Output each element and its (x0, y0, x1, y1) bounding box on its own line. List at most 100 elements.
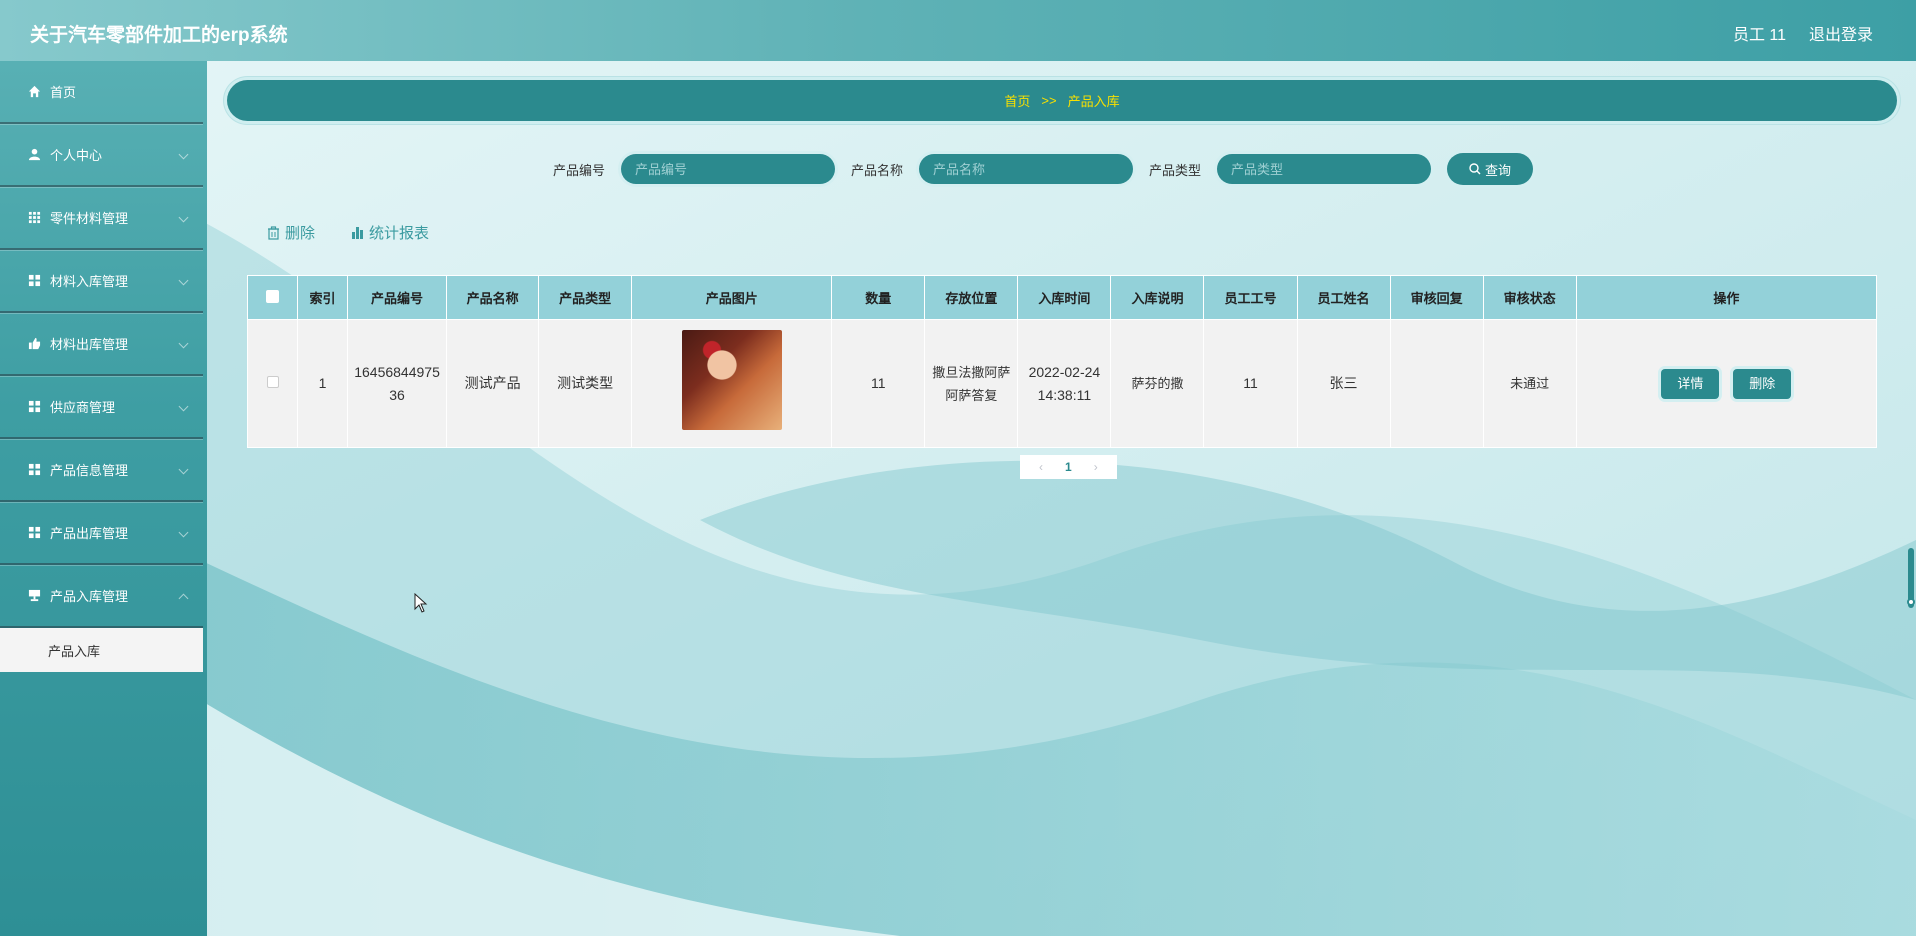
sidebar-item-label: 零件材料管理 (50, 211, 129, 226)
page-number[interactable]: 1 (1065, 460, 1072, 474)
detail-button[interactable]: 详情 (1661, 368, 1720, 399)
breadcrumb-current: 产品入库 (1067, 94, 1120, 109)
chevron-down-icon (178, 464, 189, 474)
app-title: 关于汽车零部件加工的erp系统 (30, 25, 288, 46)
sidebar-item-personal-center[interactable]: 个人中心 (0, 124, 203, 187)
sidebar-item-label: 产品入库管理 (50, 589, 129, 604)
chevron-down-icon (178, 212, 189, 222)
trash-icon (268, 225, 279, 240)
home-icon (27, 85, 41, 99)
row-select-cell (246, 319, 299, 448)
product-type-label: 产品类型 (1149, 162, 1202, 178)
scrollbar-handle[interactable] (1907, 598, 1915, 606)
column-header: 审核状态 (1482, 275, 1577, 320)
sidebar-subitem-product-inbound[interactable]: 产品入库 (0, 628, 203, 672)
cell-employee-name: 张三 (1296, 319, 1391, 448)
column-header: 入库时间 (1017, 275, 1112, 320)
column-header: 员工工号 (1203, 275, 1298, 320)
cell-time: 2022-02-24 14:38:11 (1017, 319, 1112, 448)
data-table: 索引 产品编号 产品名称 产品类型 产品图片 数量 存放位置 入库时间 入库说明… (246, 275, 1878, 448)
cell-location: 撒旦法撒阿萨阿萨答复 (924, 319, 1019, 448)
column-header: 产品编号 (347, 275, 448, 320)
grid-icon (27, 526, 41, 540)
search-button[interactable]: 查询 (1447, 153, 1534, 185)
chevron-down-icon (178, 149, 189, 159)
breadcrumb: 首页 >> 产品入库 (227, 80, 1897, 121)
logout-link[interactable]: 退出登录 (1809, 21, 1873, 45)
grid-icon (27, 211, 41, 225)
search-bar: 产品编号 产品名称 产品类型 查询 (553, 153, 1534, 185)
chevron-down-icon (178, 275, 189, 285)
sidebar-item-label: 个人中心 (50, 148, 103, 163)
product-name-label: 产品名称 (851, 162, 904, 178)
chevron-up-icon (178, 593, 189, 603)
grid-icon (27, 463, 41, 477)
product-thumbnail[interactable] (681, 330, 782, 430)
column-header: 数量 (831, 275, 926, 320)
cell-product-type: 测试类型 (538, 319, 633, 448)
product-name-input[interactable] (919, 154, 1134, 184)
sidebar-item-label: 产品出库管理 (50, 526, 129, 541)
statistics-report-label: 统计报表 (369, 225, 430, 242)
current-user: 员工 11 (1732, 27, 1786, 44)
next-page-icon[interactable]: › (1094, 460, 1098, 474)
sidebar-item-product-info[interactable]: 产品信息管理 (0, 439, 203, 502)
row-checkbox[interactable] (266, 376, 279, 388)
breadcrumb-separator: >> (1041, 93, 1057, 108)
column-header: 员工姓名 (1296, 275, 1391, 320)
column-header: 索引 (297, 275, 349, 320)
sidebar-item-label: 产品信息管理 (50, 463, 129, 478)
mouse-cursor-icon (414, 593, 428, 613)
product-type-input[interactable] (1217, 154, 1432, 184)
sidebar-item-product-inbound[interactable]: 产品入库管理 (0, 565, 203, 628)
statistics-report-button[interactable]: 统计报表 (351, 222, 429, 243)
column-header: 存放位置 (924, 275, 1019, 320)
sidebar-item-home[interactable]: 首页 (0, 61, 203, 124)
bar-chart-icon (352, 227, 364, 239)
column-header: 入库说明 (1110, 275, 1205, 320)
prev-page-icon[interactable]: ‹ (1039, 460, 1043, 474)
cell-review-status: 未通过 (1482, 319, 1577, 448)
cell-review-reply (1389, 319, 1484, 448)
cell-product-name: 测试产品 (446, 319, 540, 448)
delete-button[interactable]: 删除 (1733, 368, 1792, 399)
sidebar-item-parts-materials[interactable]: 零件材料管理 (0, 187, 203, 250)
sidebar-item-label: 材料入库管理 (50, 274, 129, 289)
column-header: 操作 (1575, 275, 1878, 320)
select-all-checkbox[interactable] (266, 289, 279, 303)
column-header: 产品图片 (631, 275, 833, 320)
sidebar-item-suppliers[interactable]: 供应商管理 (0, 376, 203, 439)
user-icon (27, 148, 41, 162)
cell-operations: 详情 删除 (1575, 319, 1878, 448)
pagination: ‹ 1 › (1020, 455, 1117, 479)
product-code-input[interactable] (621, 154, 836, 184)
sidebar-item-material-inbound[interactable]: 材料入库管理 (0, 250, 203, 313)
toolbar: 删除 统计报表 (267, 222, 465, 243)
sidebar-item-material-outbound[interactable]: 材料出库管理 (0, 313, 203, 376)
search-icon (1469, 163, 1481, 175)
sidebar-item-product-outbound[interactable]: 产品出库管理 (0, 502, 203, 565)
chevron-down-icon (178, 401, 189, 411)
column-header: 产品类型 (538, 275, 633, 320)
thumb-icon (27, 337, 41, 351)
cell-product-image (631, 319, 833, 448)
monitor-icon (27, 589, 41, 603)
breadcrumb-home[interactable]: 首页 (1004, 91, 1030, 110)
select-all-cell (246, 275, 299, 320)
sidebar-item-label: 供应商管理 (50, 400, 116, 415)
cell-note: 萨芬的撒 (1110, 319, 1205, 448)
column-header: 审核回复 (1389, 275, 1484, 320)
main-content: 首页 >> 产品入库 产品编号 产品名称 产品类型 查询 删除 统计报表 (207, 61, 1916, 936)
batch-delete-label: 删除 (285, 225, 316, 242)
cell-product-code: 1645684497536 (347, 319, 448, 448)
cell-employee-no: 11 (1203, 319, 1298, 448)
grid-icon (27, 274, 41, 288)
cell-quantity: 11 (831, 319, 926, 448)
search-button-label: 查询 (1485, 162, 1512, 178)
batch-delete-button[interactable]: 删除 (267, 222, 315, 243)
scrollbar[interactable] (1906, 61, 1916, 936)
table-header-row: 索引 产品编号 产品名称 产品类型 产品图片 数量 存放位置 入库时间 入库说明… (246, 275, 1878, 320)
sidebar-item-label: 首页 (50, 85, 77, 100)
table-row: 1 1645684497536 测试产品 测试类型 11 撒旦法撒阿萨阿萨答复 … (246, 319, 1878, 448)
chevron-down-icon (178, 338, 189, 348)
